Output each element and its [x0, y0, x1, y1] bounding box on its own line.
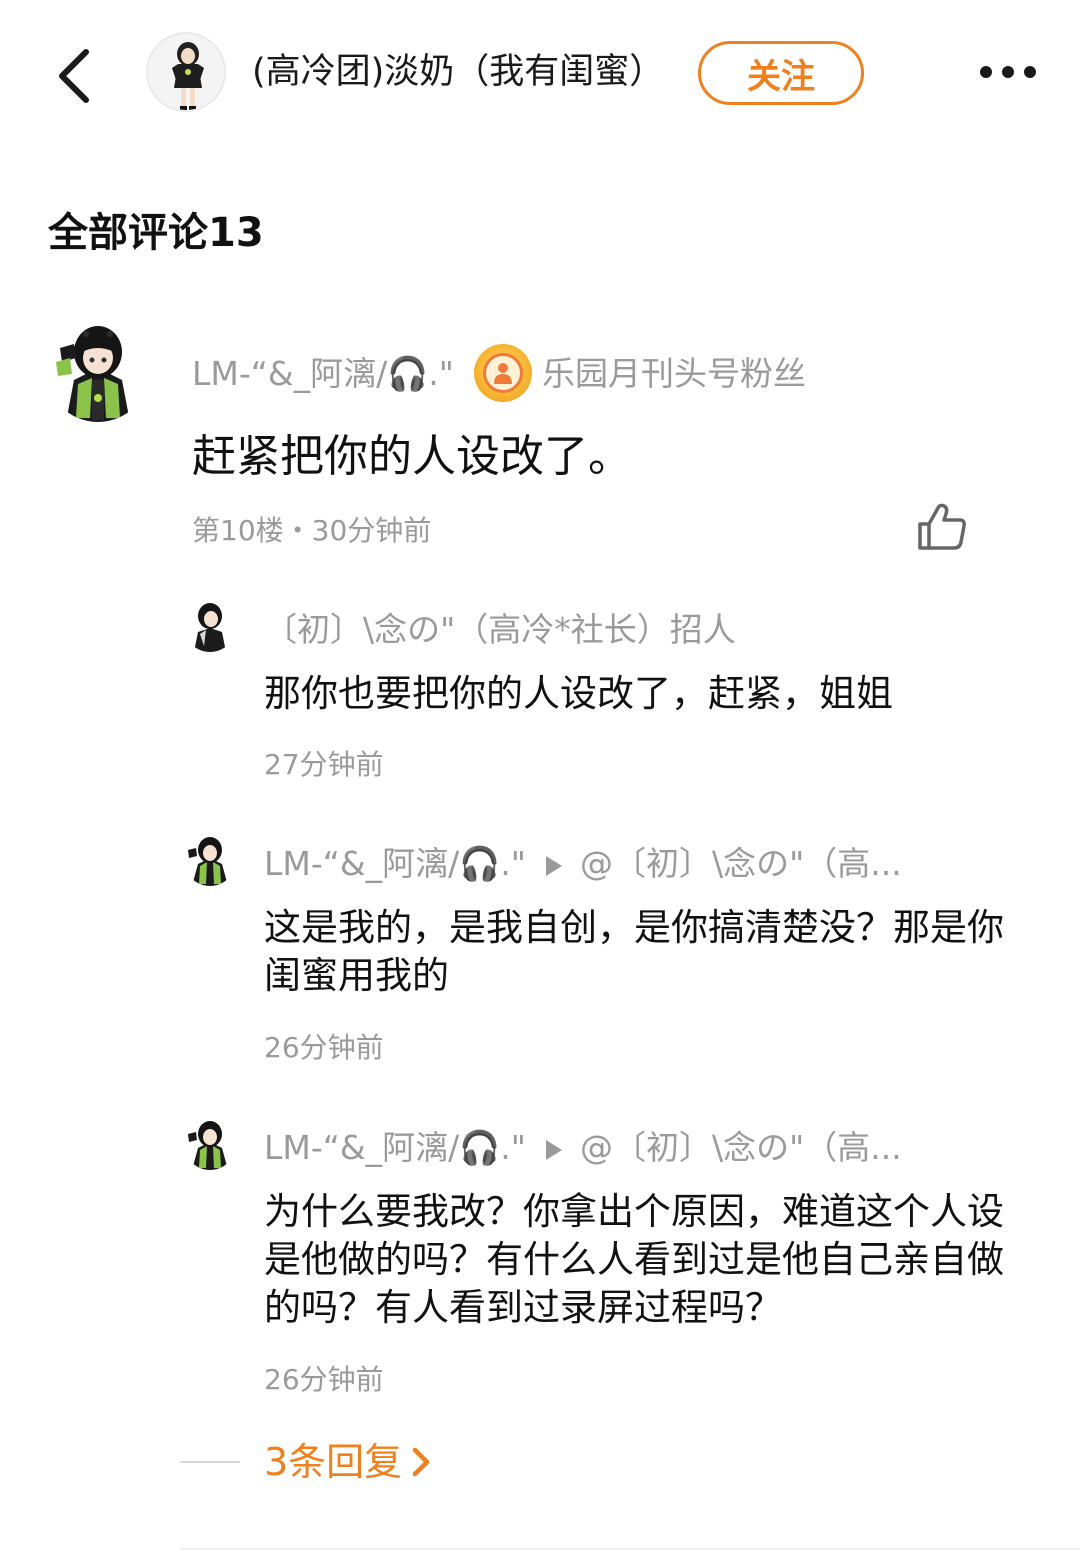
anime-avatar-icon: [184, 600, 236, 652]
reply-username[interactable]: 〔初〕\念の"（高冷*社长）招人: [264, 608, 736, 652]
reply-time: 26分钟前: [264, 1363, 384, 1396]
view-more-replies-button[interactable]: 3条回复: [180, 1436, 432, 1488]
divider: [180, 1548, 1080, 1550]
top-bar: (高冷团)淡奶（我有闺蜜） 关注: [0, 0, 1080, 150]
more-options-button[interactable]: [968, 48, 1048, 96]
comment-text: 赶紧把你的人设改了。: [192, 431, 632, 482]
like-button[interactable]: [916, 502, 968, 552]
divider: [180, 1461, 240, 1463]
reply-text: 那你也要把你的人设改了，赶紧，姐姐: [264, 672, 893, 715]
reply-mention[interactable]: @〔初〕\念の"（高...: [580, 844, 902, 883]
anime-avatar-icon: [148, 34, 224, 110]
anime-avatar-icon: [46, 318, 150, 422]
reply-mention[interactable]: @〔初〕\念の"（高...: [580, 1128, 902, 1167]
chevron-left-icon: [59, 49, 89, 103]
commenter-avatar[interactable]: [46, 318, 150, 422]
more-replies-label: 3条回复: [264, 1440, 403, 1484]
reply-username[interactable]: LM-“&_阿漓/🎧.": [264, 844, 526, 883]
reply-header: LM-“&_阿漓/🎧." @〔初〕\念の"（高...: [264, 842, 902, 886]
anime-avatar-icon: [184, 1118, 236, 1170]
reply-text: 为什么要我改？你拿出个原因，难道这个人设是他做的吗？有什么人看到过是他自己亲自做…: [264, 1190, 1004, 1329]
dot-icon: [1002, 66, 1014, 78]
reply-text: 这是我的，是我自创，是你搞清楚没？那是你闺蜜用我的: [264, 906, 1004, 997]
dot-icon: [1024, 66, 1036, 78]
comment-meta: 第10楼・30分钟前: [192, 514, 432, 547]
chevron-right-icon: [412, 1447, 430, 1477]
commenter-username[interactable]: LM-“&_阿漓/🎧.": [192, 352, 454, 396]
reply-username[interactable]: LM-“&_阿漓/🎧.": [264, 1128, 526, 1167]
anime-avatar-icon: [184, 834, 236, 886]
back-button[interactable]: [44, 44, 104, 108]
author-name[interactable]: (高冷团)淡奶（我有闺蜜）: [252, 48, 682, 96]
reply-time: 27分钟前: [264, 748, 384, 781]
comments-heading: 全部评论13: [48, 210, 264, 256]
follow-button[interactable]: 关注: [698, 41, 864, 105]
reply-arrow-icon: [545, 1139, 562, 1160]
author-avatar[interactable]: [146, 32, 226, 112]
fan-badge-icon: [474, 344, 532, 402]
reply-avatar[interactable]: [184, 834, 236, 886]
reply-time: 26分钟前: [264, 1031, 384, 1064]
reply-header: LM-“&_阿漓/🎧." @〔初〕\念の"（高...: [264, 1126, 902, 1170]
thumbs-up-icon: [918, 503, 966, 550]
reply-avatar[interactable]: [184, 600, 236, 652]
reply-arrow-icon: [545, 855, 562, 876]
reply-avatar[interactable]: [184, 1118, 236, 1170]
dot-icon: [980, 66, 992, 78]
fan-badge-label: 乐园月刊头号粉丝: [542, 354, 806, 393]
